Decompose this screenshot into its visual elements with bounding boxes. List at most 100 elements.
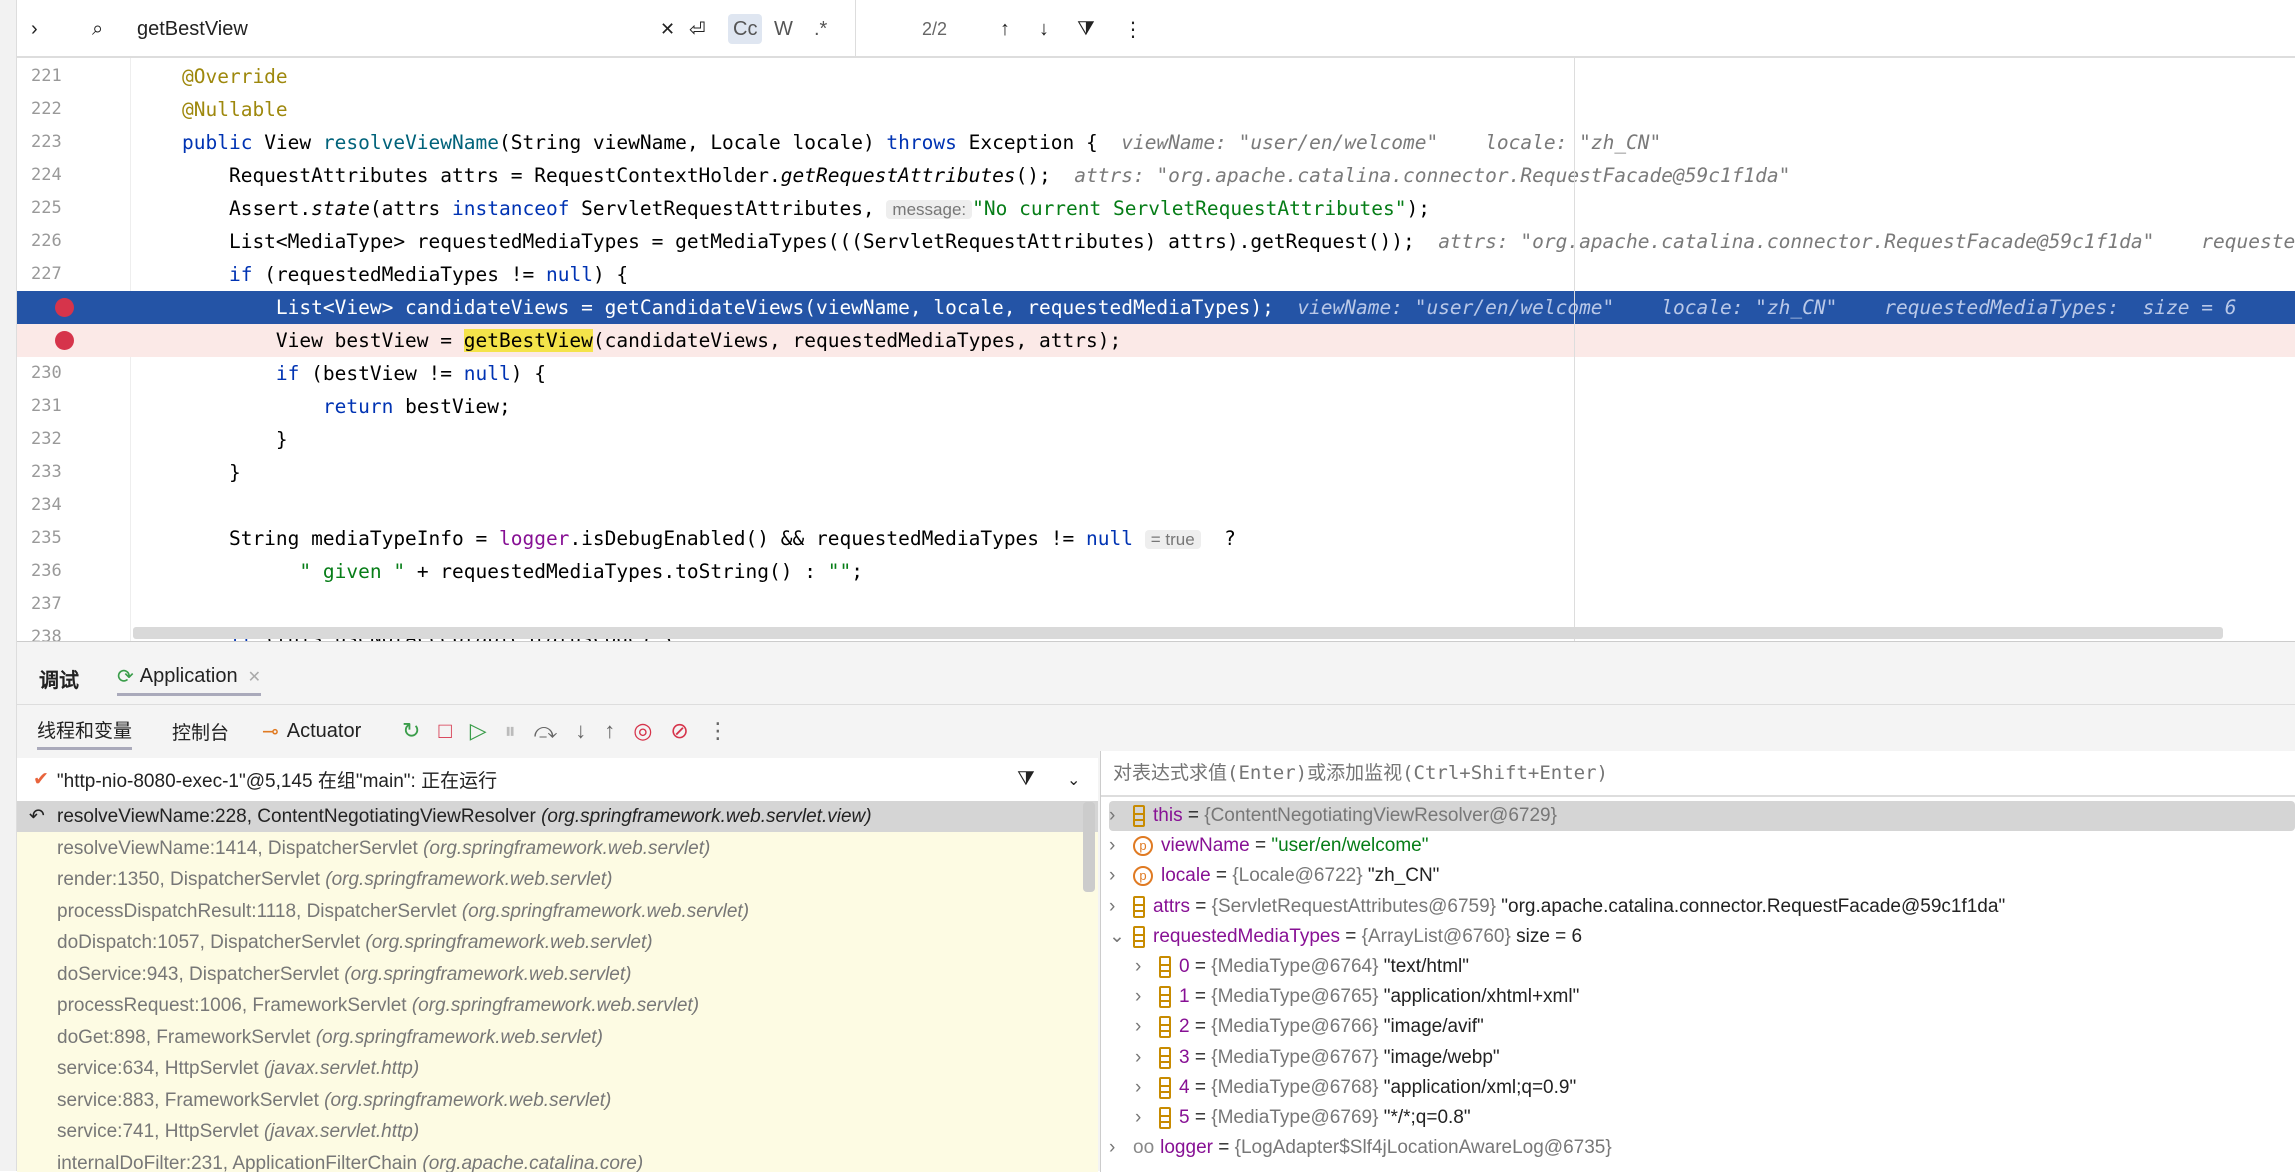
- stack-frame[interactable]: doService:943, DispatcherServlet (org.sp…: [17, 959, 1098, 990]
- stack-frame[interactable]: doGet:898, FrameworkServlet (org.springf…: [17, 1022, 1098, 1053]
- stack-frame[interactable]: service:634, HttpServlet (javax.servlet.…: [17, 1053, 1098, 1084]
- code-line[interactable]: 224 RequestAttributes attrs = RequestCon…: [17, 159, 2295, 192]
- chevron-down-icon[interactable]: ⌄: [1109, 922, 1133, 952]
- variable-row[interactable]: ›5 = {MediaType@6769} "*/*;q=0.8": [1135, 1103, 2295, 1133]
- resume-icon[interactable]: ▷: [470, 718, 487, 744]
- variable-row[interactable]: ›4 = {MediaType@6768} "application/xml;q…: [1135, 1073, 2295, 1103]
- code-token: String mediaTypeInfo =: [182, 527, 499, 550]
- frames-scrollbar[interactable]: [1083, 802, 1095, 892]
- watch-icon: oo: [1133, 1137, 1154, 1158]
- tab-application[interactable]: ⟳ Application ✕: [117, 660, 261, 696]
- code-line[interactable]: 237: [17, 588, 2295, 621]
- code-line[interactable]: 227 if (requestedMediaTypes != null) {: [17, 258, 2295, 291]
- code-line[interactable]: 235 String mediaTypeInfo = logger.isDebu…: [17, 522, 2295, 555]
- code-line[interactable]: 234: [17, 489, 2295, 522]
- code-line[interactable]: 233 }: [17, 456, 2295, 489]
- search-icon[interactable]: ⌕: [92, 0, 103, 58]
- rerun-icon[interactable]: ↻: [402, 718, 420, 744]
- chevron-down-icon[interactable]: ⌄: [1067, 758, 1080, 801]
- stack-frame[interactable]: service:883, FrameworkServlet (org.sprin…: [17, 1085, 1098, 1116]
- code-line[interactable]: 232 }: [17, 423, 2295, 456]
- chevron-right-icon[interactable]: ›: [1109, 892, 1133, 922]
- chevron-right-icon[interactable]: ›: [1109, 861, 1133, 891]
- chevron-right-icon[interactable]: ›: [1109, 801, 1133, 831]
- variable-row[interactable]: ›2 = {MediaType@6766} "image/avif": [1135, 1012, 2295, 1042]
- regex-toggle[interactable]: .*: [814, 0, 827, 58]
- stack-frame[interactable]: internalDoFilter:231, ApplicationFilterC…: [17, 1148, 1098, 1172]
- stack-frame[interactable]: render:1350, DispatcherServlet (org.spri…: [17, 864, 1098, 895]
- variable-name: 5: [1179, 1107, 1190, 1128]
- code-line[interactable]: 225 Assert.state(attrs instanceof Servle…: [17, 192, 2295, 225]
- whole-words-toggle[interactable]: W: [774, 0, 793, 58]
- chevron-right-icon[interactable]: ›: [1109, 1133, 1133, 1163]
- step-over-icon[interactable]: ⤼: [534, 718, 558, 744]
- chevron-right-icon[interactable]: ›: [1135, 1012, 1159, 1042]
- stack-frame[interactable]: resolveViewName:1414, DispatcherServlet …: [17, 833, 1098, 864]
- filter-icon[interactable]: ⧩: [1017, 758, 1035, 801]
- expand-replace-icon[interactable]: ›: [31, 0, 38, 58]
- new-line-icon[interactable]: ⏎: [689, 0, 706, 58]
- breakpoint-icon[interactable]: [55, 331, 74, 350]
- chevron-right-icon[interactable]: ›: [1135, 1043, 1159, 1073]
- variable-row[interactable]: ›this = {ContentNegotiatingViewResolver@…: [1109, 801, 2295, 831]
- tab-console[interactable]: 控制台: [172, 712, 229, 750]
- variable-row[interactable]: ›attrs = {ServletRequestAttributes@6759}…: [1109, 892, 2295, 922]
- stack-frame[interactable]: doDispatch:1057, DispatcherServlet (org.…: [17, 927, 1098, 958]
- previous-match-icon[interactable]: ↑: [1000, 0, 1010, 58]
- frame-package: (org.springframework.web.servlet): [325, 869, 612, 890]
- breakpoint-icon[interactable]: [55, 298, 74, 317]
- variable-value: "application/xhtml+xml": [1384, 986, 1580, 1007]
- stack-frame[interactable]: processDispatchResult:1118, DispatcherSe…: [17, 896, 1098, 927]
- code-line[interactable]: 230 if (bestView != null) {: [17, 357, 2295, 390]
- frame-method: doGet:898, FrameworkServlet: [57, 1027, 316, 1048]
- step-into-icon[interactable]: ↓: [575, 718, 586, 744]
- filter-icon[interactable]: ⧩: [1077, 0, 1095, 58]
- view-breakpoints-icon[interactable]: ◎: [633, 718, 652, 744]
- code-line[interactable]: 236 " given " + requestedMediaTypes.toSt…: [17, 555, 2295, 588]
- code-line[interactable]: View bestView = getBestView(candidateVie…: [17, 324, 2295, 357]
- evaluate-expression-input[interactable]: [1101, 751, 2295, 797]
- tab-actuator[interactable]: ⊸Actuator: [262, 712, 361, 750]
- code-line[interactable]: 231 return bestView;: [17, 390, 2295, 423]
- stack-frame[interactable]: ↶resolveViewName:228, ContentNegotiating…: [17, 801, 1098, 832]
- chevron-right-icon[interactable]: ›: [1135, 1073, 1159, 1103]
- thread-selector[interactable]: ✔"http-nio-8080-exec-1"@5,145 在组"main": …: [33, 758, 497, 801]
- code-line-current[interactable]: List<View> candidateViews = getCandidate…: [17, 291, 2295, 324]
- variable-row[interactable]: ›0 = {MediaType@6764} "text/html": [1135, 952, 2295, 982]
- next-match-icon[interactable]: ↓: [1039, 0, 1049, 58]
- step-out-icon[interactable]: ↑: [604, 718, 615, 744]
- stack-frame[interactable]: service:741, HttpServlet (javax.servlet.…: [17, 1116, 1098, 1147]
- mute-breakpoints-icon[interactable]: ⊘: [670, 718, 688, 744]
- chevron-right-icon[interactable]: ›: [1135, 1103, 1159, 1133]
- stack-frame[interactable]: processRequest:1006, FrameworkServlet (o…: [17, 990, 1098, 1021]
- variable-row[interactable]: ›pviewName = "user/en/welcome": [1109, 831, 2295, 861]
- code-token: (String viewName, Locale locale): [499, 131, 886, 154]
- code-line[interactable]: 222@Nullable: [17, 93, 2295, 126]
- chevron-right-icon[interactable]: ›: [1135, 952, 1159, 982]
- pause-icon[interactable]: ⏸: [505, 718, 516, 744]
- variable-row[interactable]: ›oologger = {LogAdapter$Slf4jLocationAwa…: [1109, 1133, 2295, 1163]
- variable-row[interactable]: ›1 = {MediaType@6765} "application/xhtml…: [1135, 982, 2295, 1012]
- more-icon[interactable]: ⋮: [1123, 0, 1143, 58]
- code-line[interactable]: 221@Override: [17, 60, 2295, 93]
- code-line[interactable]: 223public View resolveViewName(String vi…: [17, 126, 2295, 159]
- search-input[interactable]: [137, 0, 537, 58]
- frame-method: service:883, FrameworkServlet: [57, 1090, 324, 1111]
- more-icon[interactable]: ⋮: [707, 718, 729, 744]
- code-editor[interactable]: 221@Override222@Nullable223public View r…: [17, 58, 2295, 641]
- tab-threads-variables[interactable]: 线程和变量: [37, 712, 132, 750]
- horizontal-scrollbar[interactable]: [133, 627, 2223, 639]
- clear-icon[interactable]: ✕: [660, 0, 675, 58]
- variable-row[interactable]: ›3 = {MediaType@6767} "image/webp": [1135, 1043, 2295, 1073]
- stop-icon[interactable]: □: [438, 718, 451, 744]
- variable-value: "user/en/welcome": [1271, 835, 1428, 856]
- variable-row[interactable]: ›plocale = {Locale@6722} "zh_CN": [1109, 861, 2295, 891]
- code-token: message:: [886, 200, 972, 219]
- code-line[interactable]: 226 List<MediaType> requestedMediaTypes …: [17, 225, 2295, 258]
- match-case-toggle[interactable]: Cc: [728, 14, 762, 44]
- close-tab-icon[interactable]: ✕: [248, 667, 261, 687]
- line-number: 234: [31, 489, 91, 522]
- variable-row[interactable]: ⌄requestedMediaTypes = {ArrayList@6760} …: [1109, 922, 2295, 952]
- chevron-right-icon[interactable]: ›: [1135, 982, 1159, 1012]
- chevron-right-icon[interactable]: ›: [1109, 831, 1133, 861]
